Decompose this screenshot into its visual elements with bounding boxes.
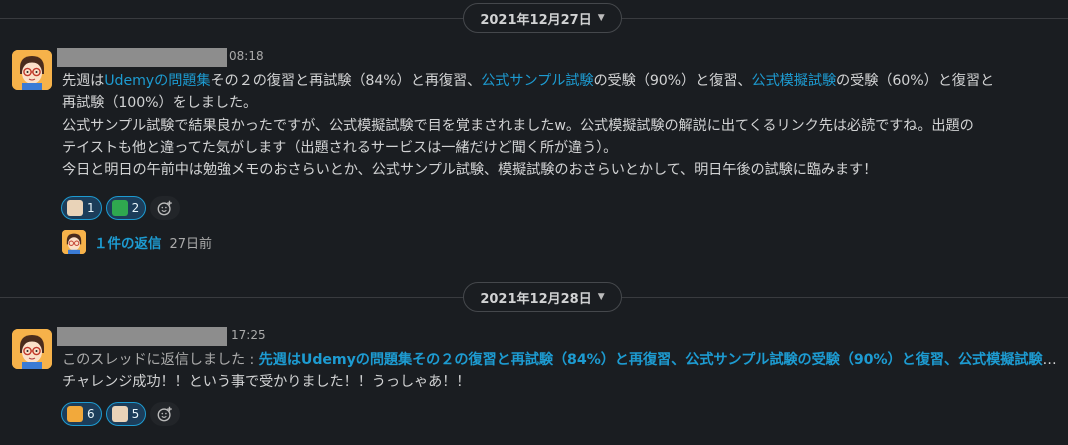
message-timestamp[interactable]: 17:25: [231, 328, 266, 342]
sender-name-redacted[interactable]: [57, 327, 227, 346]
thread-summary[interactable]: １件の返信 27日前: [62, 230, 212, 254]
message-line: 今日と明日の午前中は勉強メモのおさらいとか、公式サンプル試験、模擬試験のおさらい…: [62, 162, 878, 179]
reaction-count: 6: [87, 407, 95, 421]
message-timestamp[interactable]: 08:18: [229, 49, 264, 63]
clap-emoji-icon: [111, 406, 128, 422]
reaction-clap[interactable]: 1: [61, 196, 102, 220]
reply-avatar: [62, 230, 86, 254]
message-body: このスレッドに返信しました : 先週はUdemyの問題集その２の復習と再試験（8…: [62, 349, 1066, 394]
chevron-down-icon: ▼: [597, 13, 605, 23]
reaction-count: 2: [131, 201, 140, 215]
message-line: 先週はUdemyの問題集その２の復習と再試験（84%）と再復習、公式サンプル試験…: [62, 70, 1066, 92]
avatar-illustration: [62, 230, 86, 254]
date-label: 2021年12月28日: [480, 291, 592, 307]
text-segment: その２の復習と再試験（84%）と再復習、: [210, 73, 482, 89]
message-line: チャレンジ成功！！という事で受かりました！！うっしゃあ！！: [62, 374, 471, 391]
reactions-bar: 6 5: [61, 402, 181, 426]
reaction-sparkle[interactable]: 2: [105, 196, 147, 220]
thread-reply-line: このスレッドに返信しました : 先週はUdemyの問題集その２の復習と再試験（8…: [62, 349, 1062, 371]
date-label: 2021年12月27日: [480, 12, 592, 28]
parent-message-link[interactable]: 先週はUdemyの問題集その２の復習と再試験（84%）と再復習、公式サンプル試験…: [259, 352, 1062, 368]
message-body: 先週はUdemyの問題集その２の復習と再試験（84%）と再復習、公式サンプル試験…: [62, 70, 1066, 181]
party-popper-emoji-icon: [67, 406, 83, 422]
text-segment: の受験（60%）と復習と: [836, 73, 995, 89]
add-emoji-icon: [157, 406, 173, 422]
message: 08:18 先週はUdemyの問題集その２の復習と再試験（84%）と再復習、公式…: [0, 48, 1068, 263]
message: 17:25 このスレッドに返信しました : 先週はUdemyの問題集その２の復習…: [0, 327, 1068, 442]
date-pill[interactable]: 2021年12月28日 ▼: [463, 282, 622, 312]
message-line: 再試験（100%）をしました。: [62, 95, 258, 112]
avatar[interactable]: [12, 50, 52, 90]
reaction-count: 1: [87, 201, 95, 215]
last-reply-time: 27日前: [169, 236, 213, 252]
reaction-count: 5: [131, 407, 140, 421]
message-line: テイストも他と違ってた気がします（出題されるサービスは一緒だけど聞く所が違う）。: [62, 139, 618, 156]
add-emoji-icon: [157, 200, 173, 216]
reply-count-link[interactable]: １件の返信: [94, 232, 162, 252]
date-pill[interactable]: 2021年12月27日 ▼: [463, 3, 622, 33]
reactions-bar: 1 2: [61, 196, 181, 220]
link-official-sample-exam[interactable]: 公式サンプル試験: [481, 73, 593, 89]
text-segment: 先週は: [62, 73, 105, 89]
chevron-down-icon: ▼: [597, 292, 605, 302]
avatar-illustration: [12, 329, 52, 369]
reply-prefix: このスレッドに返信しました :: [62, 352, 259, 368]
clap-emoji-icon: [67, 200, 83, 216]
text-segment: の受験（90%）と復習、: [593, 73, 752, 89]
sparkle-emoji-icon: [111, 200, 128, 216]
reaction-clap[interactable]: 5: [105, 402, 147, 426]
avatar[interactable]: [12, 329, 52, 369]
add-reaction-button[interactable]: [150, 402, 181, 426]
avatar-illustration: [12, 50, 52, 90]
message-line: 公式サンプル試験で結果良かったですが、公式模擬試験で目を覚まされましたw。公式模…: [62, 117, 974, 134]
reaction-party-popper[interactable]: 6: [61, 402, 102, 426]
add-reaction-button[interactable]: [150, 196, 181, 220]
sender-name-redacted[interactable]: [57, 48, 227, 67]
link-udemy-question-set[interactable]: Udemyの問題集: [104, 73, 210, 89]
link-official-mock-exam[interactable]: 公式模擬試験: [752, 73, 837, 89]
